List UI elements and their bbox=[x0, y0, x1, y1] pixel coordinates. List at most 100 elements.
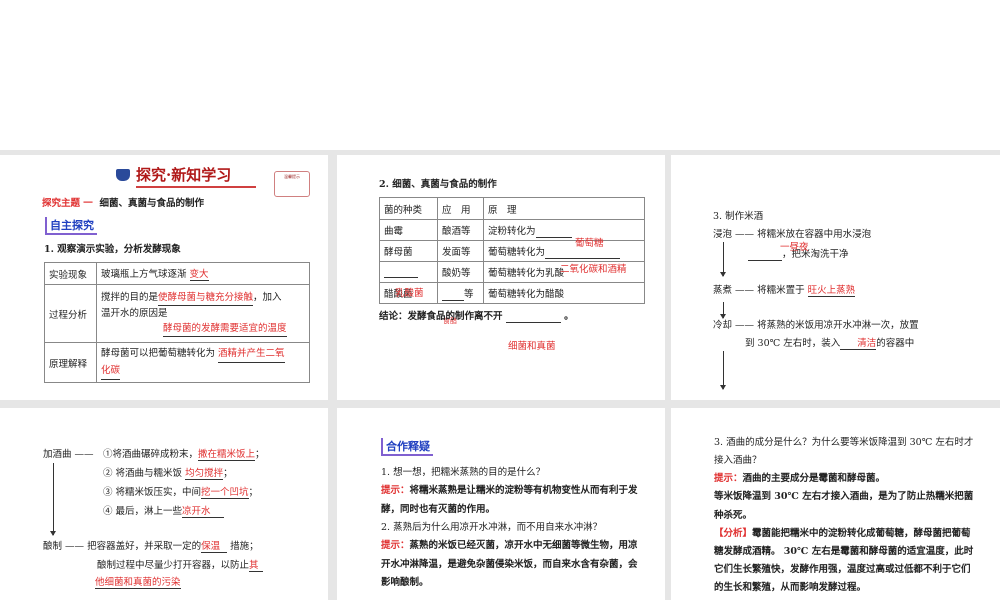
step-cool: 冷却 —— 将蒸熟的米饭用凉开水冲淋一次，放置 bbox=[713, 317, 919, 331]
step-text: 将糯米置于 bbox=[757, 285, 805, 296]
dash: —— bbox=[735, 229, 755, 240]
answer: 均匀搅拌 bbox=[185, 465, 224, 480]
question-3: 3. 酒曲的成分是什么？为什么要等米饭降温到 30℃ 左右时才 bbox=[714, 437, 974, 448]
cell-text: ，加入 bbox=[253, 292, 282, 303]
step-add-yeast: 加酒曲 —— bbox=[43, 446, 94, 460]
step-soak: 浸泡 —— 将糯米放在容器中用水浸泡 bbox=[713, 226, 871, 240]
step-text: 措施； bbox=[230, 541, 259, 552]
hint-text: 开水冲淋降温，是避免杂菌侵染米饭，而自来水含有杂菌，会 bbox=[381, 559, 638, 570]
analysis-text: 它们生长繁殖快，发酵作用强，温度过高或过低都不利于它们 bbox=[714, 564, 971, 575]
step-brew: 酿制 —— 把容器盖好，并采取一定的保温 措施； bbox=[43, 538, 259, 553]
question-3-cont: 接入酒曲？ bbox=[714, 455, 762, 466]
answer: 撒在糯米饭上 bbox=[198, 446, 256, 461]
cell: 等 bbox=[464, 288, 474, 300]
section-label: 合作释疑 bbox=[381, 438, 433, 456]
dash: —— bbox=[74, 449, 94, 460]
substep: ③ 将糯米饭压实，中间挖一个凹坑； bbox=[103, 484, 258, 499]
punct: ； bbox=[248, 487, 259, 498]
hint-2: 提示：蒸熟的米饭已经灭菌，凉开水中无细菌等微生物，用凉 bbox=[381, 537, 638, 551]
slide-heading: 2. 细菌、真菌与食品的制作 bbox=[379, 179, 497, 190]
question-1: 1. 想一想，把糯米蒸熟的目的是什么？ bbox=[381, 467, 546, 478]
step-text: 将蒸熟的米饭用凉开水冲淋一次，放置 bbox=[757, 320, 919, 331]
step-text: ② 将酒曲与糯米饭 bbox=[103, 468, 183, 479]
hint: 提示：酒曲的主要成分是霉菌和酵母菌。 bbox=[714, 470, 885, 484]
step-brew-line2: 酿制过程中尽量少打开容器，以防止其 bbox=[97, 557, 264, 572]
step-label: 蒸煮 bbox=[713, 285, 733, 296]
conclusion: 结论：发酵食品的制作离不开 。 bbox=[379, 311, 574, 323]
hint-text: 酒曲的主要成分是霉菌和酵母菌。 bbox=[742, 473, 886, 484]
arrow-down-icon bbox=[720, 302, 726, 319]
cell-text: 温开水的原因是 bbox=[101, 308, 168, 319]
dash: —— bbox=[735, 320, 755, 331]
step-label: 酿制 bbox=[43, 541, 63, 552]
question-2: 2. 蒸熟后为什么用凉开水冲淋，而不用自来水冲淋？ bbox=[381, 522, 603, 533]
cell-text: 酵母菌可以把葡萄糖转化为 bbox=[101, 347, 216, 359]
answer: 其 bbox=[249, 557, 264, 572]
note-title: 温馨提示 bbox=[284, 174, 300, 179]
slide-thumbnail-5[interactable]: 合作释疑 1. 想一想，把糯米蒸熟的目的是什么？ 提示：将糯米蒸熟是让糯米的淀粉… bbox=[337, 408, 665, 600]
slide-thumbnail-3[interactable]: 3. 制作米酒 浸泡 —— 将糯米放在容器中用水浸泡 ，把米淘洗干净 一昼夜 蒸… bbox=[671, 155, 1000, 400]
step-text: 酿制过程中尽量少打开容器，以防止 bbox=[97, 560, 250, 571]
arrow-down-icon bbox=[720, 242, 726, 277]
answer: 他细菌和真菌的污染 bbox=[95, 574, 181, 589]
hint-text: 等米饭降温到 30℃ 左右才接入酒曲，是为了防止热糯米把菌 bbox=[714, 491, 974, 502]
section-label: 自主探究 bbox=[45, 217, 97, 235]
answer-cool: 清洁 bbox=[840, 335, 877, 350]
dash: —— bbox=[65, 541, 85, 552]
blank-top-area bbox=[0, 0, 1000, 150]
cell-text: 搅拌的目的是 bbox=[101, 292, 159, 303]
answer: 酵母菌的发酵需要适宜的温度 bbox=[163, 321, 287, 337]
cell: 酿酒等 bbox=[437, 219, 484, 241]
row-head: 实验现象 bbox=[44, 262, 97, 285]
hint-text: 酵，同时也有灭菌的作用。 bbox=[381, 504, 496, 515]
answer: 挖一个凹坑 bbox=[201, 484, 249, 499]
answer-1: 葡萄糖 bbox=[575, 238, 604, 249]
answer: 保温 bbox=[201, 538, 228, 553]
cell: 淀粉转化为 bbox=[488, 225, 536, 237]
answer-soak: 一昼夜 bbox=[780, 242, 809, 253]
punct: ； bbox=[223, 468, 233, 479]
answer-2: 二氧化碳和酒精 bbox=[560, 264, 627, 275]
column-header: 原 理 bbox=[483, 197, 645, 220]
slide-heading: 3. 制作米酒 bbox=[713, 211, 764, 222]
cell: 酵母菌 bbox=[379, 240, 438, 262]
hint-text: 种杀死。 bbox=[714, 510, 753, 521]
column-header: 菌的种类 bbox=[379, 197, 438, 220]
column-header: 应 用 bbox=[437, 197, 484, 220]
answer: 凉开水 bbox=[182, 503, 225, 518]
step-text: ④ 最后，淋上一些 bbox=[103, 506, 183, 517]
hint-1: 提示：将糯米蒸熟是让糯米的淀粉等有机物变性从而有利于发 bbox=[381, 482, 638, 496]
graduation-cap-icon bbox=[116, 169, 130, 181]
slide-thumbnail-4[interactable]: 加酒曲 —— ①将酒曲碾碎成粉末，撒在糯米饭上； ② 将酒曲与糯米饭 均匀搅拌；… bbox=[0, 408, 328, 600]
row-head: 原理解释 bbox=[44, 342, 97, 383]
analysis-text: 霉菌能把糯米中的淀粉转化成葡萄糖，酵母菌把葡萄 bbox=[752, 528, 971, 539]
step-text: 将糯米放在容器中用水浸泡 bbox=[757, 229, 872, 240]
substep: ①将酒曲碾碎成粉末，撒在糯米饭上； bbox=[103, 446, 265, 461]
slide-thumbnail-6[interactable]: 3. 酒曲的成分是什么？为什么要等米饭降温到 30℃ 左右时才 接入酒曲？ 提示… bbox=[671, 408, 1000, 600]
conclusion-text: 结论：发酵食品的制作离不开 bbox=[379, 311, 503, 322]
answer-3: 乳酸菌 bbox=[395, 288, 424, 299]
step-text: ①将酒曲碾碎成粉末， bbox=[103, 449, 199, 460]
hint-label: 提示： bbox=[381, 540, 410, 551]
step-cool-line2: 到 30℃ 左右时，装入 清洁的容器中 bbox=[745, 335, 914, 350]
answer: 化碳 bbox=[101, 363, 121, 380]
hint-text: 将糯米蒸熟是让糯米的淀粉等有机物变性从而有利于发 bbox=[409, 485, 638, 496]
step-text: 把容器盖好，并采取一定的 bbox=[87, 541, 202, 552]
arrow-down-icon bbox=[720, 351, 726, 390]
cell: 酸奶等 bbox=[437, 261, 484, 283]
analysis-label: 【分析】 bbox=[714, 528, 753, 539]
punct: ； bbox=[255, 449, 265, 460]
answer: 酒精并产生二氧 bbox=[218, 346, 285, 363]
slide-thumbnail-2[interactable]: 2. 细菌、真菌与食品的制作 菌的种类应 用原 理 曲霉 酿酒等 淀粉转化为 酵母菌… bbox=[337, 155, 665, 400]
answer-5: 细菌和真菌 bbox=[508, 341, 556, 352]
substep: ④ 最后，淋上一些凉开水 bbox=[103, 503, 225, 518]
cell: 发面等 bbox=[437, 240, 484, 262]
dash: —— bbox=[735, 285, 755, 296]
cell: 葡萄糖转化为 bbox=[488, 246, 546, 258]
hint-label: 提示： bbox=[714, 473, 743, 484]
substep: ② 将酒曲与糯米饭 均匀搅拌； bbox=[103, 465, 233, 480]
question-1: 1. 观察演示实验，分析发酵现象 bbox=[44, 244, 181, 255]
note-box: 温馨提示 bbox=[274, 171, 310, 197]
step-text: 到 30℃ 左右时，装入 bbox=[745, 338, 841, 349]
slide-thumbnail-1[interactable]: 探究·新知学习 温馨提示 探究主题 一 细菌、真菌与食品的制作 自主探究 1. … bbox=[0, 155, 328, 400]
